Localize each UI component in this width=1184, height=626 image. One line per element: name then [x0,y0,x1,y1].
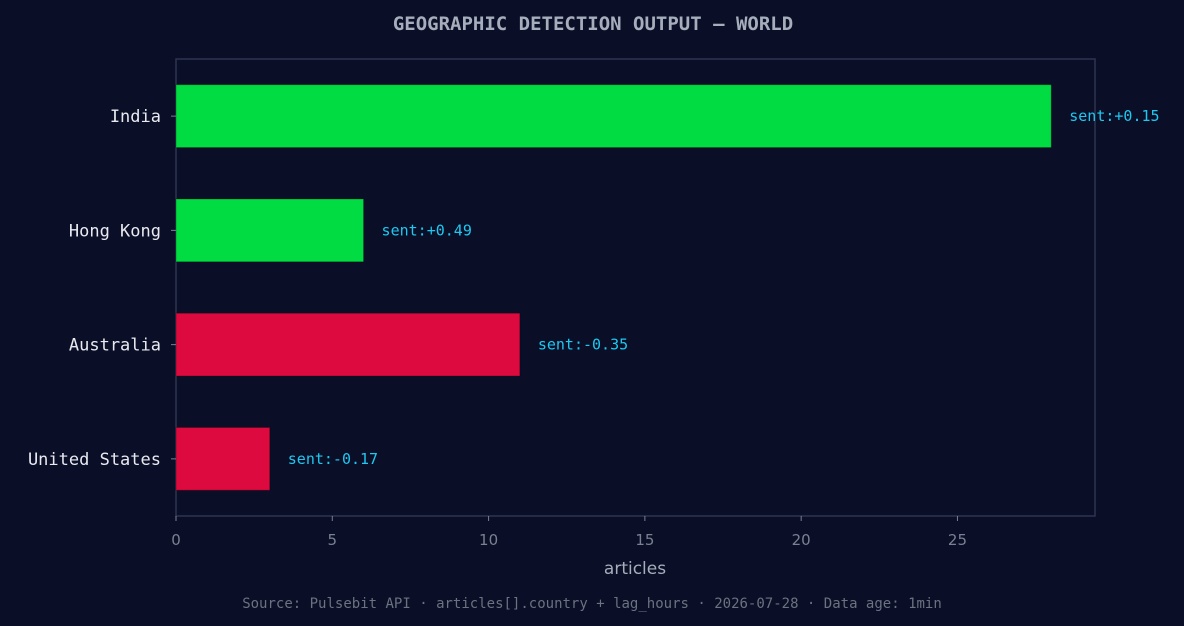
y-tick-label: Hong Kong [69,221,161,241]
bar-australia [175,312,521,377]
bar-annotation: sent:-0.35 [538,336,628,354]
x-tick-label: 25 [948,531,967,549]
y-tick-label: Australia [69,336,161,356]
bar-annotation: sent:+0.49 [382,221,472,239]
bar-india [175,84,1052,149]
source-footnote: Source: Pulsebit API · articles[].countr… [242,596,942,612]
chart-title: GEOGRAPHIC DETECTION OUTPUT — WORLD [393,13,793,35]
x-axis-label: articles [604,559,666,579]
bars-layer: sent:+0.15 sent:+0.49 sent:-0.35 sent:-0.17 [175,84,1160,491]
y-tick-label: United States [28,450,161,470]
bar-chart: GEOGRAPHIC DETECTION OUTPUT — WORLD sent… [28,13,1160,612]
x-tick-label: 20 [792,531,811,549]
x-tick-label: 5 [328,531,338,549]
x-tick-label: 15 [635,531,654,549]
bar-hong-kong [175,198,365,263]
x-tick-label: 0 [171,531,181,549]
bar-annotation: sent:+0.15 [1069,107,1159,125]
bar-annotation: sent:-0.17 [288,450,378,468]
x-tick-label: 10 [479,531,498,549]
y-tick-label: India [110,107,161,127]
bar-united-states [175,426,271,491]
